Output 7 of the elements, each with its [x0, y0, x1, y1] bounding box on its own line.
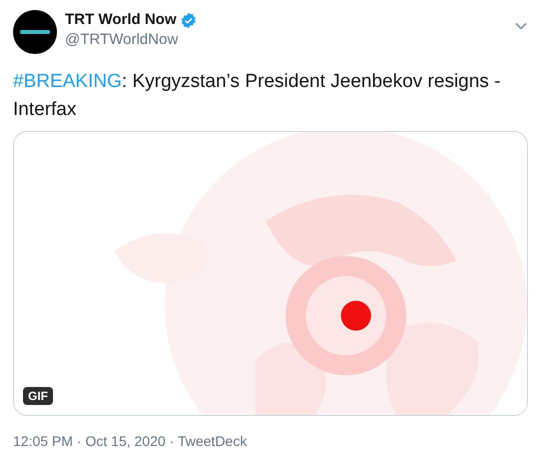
hashtag-link[interactable]: #BREAKING [13, 71, 122, 92]
tweet-timestamp: 12:05 PM · Oct 15, 2020 · TweetDeck [13, 432, 248, 451]
tweet-text: #BREAKING: Kyrgyzstan’s President Jeenbekov resigns - Interfax [13, 70, 502, 122]
gif-badge: GIF [23, 387, 53, 405]
author-name[interactable]: TRT World Now [65, 10, 176, 30]
author-handle[interactable]: @TRTWorldNow [65, 30, 514, 50]
avatar[interactable] [13, 10, 57, 54]
